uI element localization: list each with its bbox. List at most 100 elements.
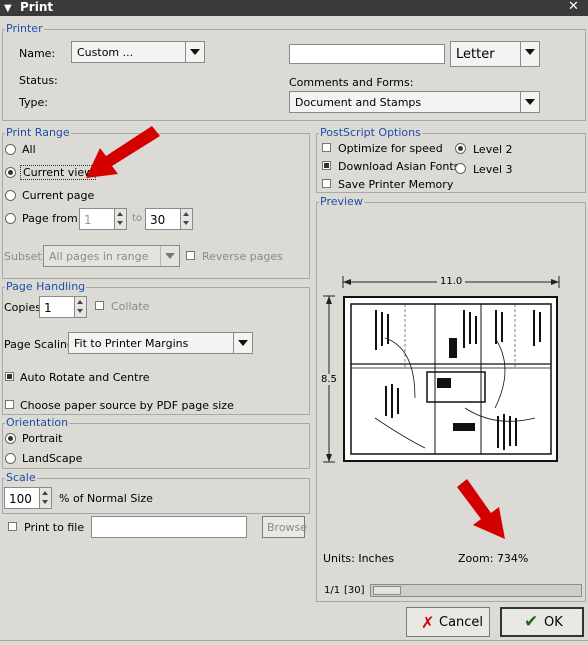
portrait-radio[interactable] [5, 433, 16, 444]
subset-select[interactable]: All pages in range [43, 245, 180, 267]
page-to-spinner[interactable]: 30 [145, 208, 193, 230]
optimize-speed-checkbox[interactable] [322, 143, 331, 152]
page-from-value: 1 [84, 213, 92, 227]
optimize-speed-label[interactable]: Optimize for speed [338, 142, 443, 155]
paper-size-value: Letter [456, 47, 495, 62]
window-menu-icon[interactable]: ▼ [4, 3, 12, 14]
type-label: Type: [19, 96, 48, 109]
name-label: Name: [19, 47, 56, 60]
copies-label: Copies [4, 301, 41, 314]
asian-fonts-checkbox[interactable] [322, 161, 331, 170]
comments-forms-select[interactable]: Document and Stamps [289, 91, 540, 113]
printer-name-value: Custom ... [77, 46, 134, 59]
stepper-arrows-icon[interactable] [180, 209, 192, 229]
asian-fonts-label[interactable]: Download Asian Fonts [338, 160, 459, 173]
red-arrow-annotation-icon [86, 126, 160, 178]
range-current-page-label[interactable]: Current page [22, 189, 94, 202]
preview-width-label: 11.0 [437, 276, 466, 287]
chevron-down-icon[interactable] [233, 333, 252, 353]
checkmark-icon: ✔ [524, 612, 539, 632]
chevron-down-icon[interactable] [520, 42, 539, 66]
portrait-label[interactable]: Portrait [22, 432, 62, 445]
print-range-group-label: Print Range [5, 126, 71, 139]
units-label: Units: Inches [323, 552, 395, 565]
save-memory-label[interactable]: Save Printer Memory [338, 178, 453, 191]
preview-page-scrollbar[interactable] [370, 584, 582, 597]
range-all-radio[interactable] [5, 144, 16, 155]
auto-rotate-checkbox[interactable] [5, 372, 14, 381]
range-pages-from-label[interactable]: Page from [22, 212, 78, 225]
preview-drawing [350, 303, 552, 455]
copies-value: 1 [44, 301, 52, 315]
level3-radio[interactable] [455, 163, 466, 174]
close-icon[interactable]: ✕ [568, 0, 579, 14]
paper-size-select[interactable]: Letter [450, 41, 540, 67]
level3-label[interactable]: Level 3 [473, 163, 513, 176]
landscape-label[interactable]: LandScape [22, 452, 82, 465]
landscape-radio[interactable] [5, 453, 16, 464]
cancel-label: Cancel [439, 615, 484, 630]
preview-page [343, 296, 558, 462]
preview-group-label: Preview [319, 195, 364, 208]
chevron-down-icon[interactable] [160, 246, 179, 266]
status-label: Status: [19, 74, 58, 87]
comments-forms-value: Document and Stamps [295, 96, 422, 109]
subset-label: Subset: [4, 250, 46, 263]
collate-label[interactable]: Collate [111, 300, 149, 313]
comments-label: Comments and Forms: [289, 76, 414, 89]
page-scaling-label: Page Scaling [4, 338, 74, 351]
scale-spinner[interactable]: 100 [4, 487, 52, 509]
subset-value: All pages in range [49, 250, 149, 263]
browse-button[interactable]: Browse [262, 516, 308, 538]
scrollbar-thumb[interactable] [373, 586, 401, 595]
cancel-button[interactable]: ✗ Cancel [406, 607, 490, 637]
page-from-spinner[interactable]: 1 [79, 208, 127, 230]
stepper-arrows-icon[interactable] [74, 297, 86, 317]
range-current-page-radio[interactable] [5, 190, 16, 201]
paper-source-checkbox[interactable] [5, 400, 14, 409]
range-current-view-radio[interactable] [5, 167, 16, 178]
reverse-pages-label[interactable]: Reverse pages [202, 250, 283, 263]
to-label: to [132, 213, 143, 224]
page-total-label: [30] [344, 585, 365, 596]
zoom-label: Zoom: 734% [458, 552, 529, 565]
page-counter-label: 1/1 [324, 585, 341, 596]
level2-radio[interactable] [455, 143, 466, 154]
preview-height-label: 8.5 [321, 374, 337, 385]
orientation-group-label: Orientation [5, 416, 70, 429]
scale-suffix-label: % of Normal Size [59, 492, 153, 505]
chevron-down-icon[interactable] [520, 92, 539, 112]
ok-button[interactable]: ✔ OK [500, 607, 584, 637]
window-title: Print [20, 0, 54, 14]
printer-group-label: Printer [5, 22, 44, 35]
page-scaling-value: Fit to Printer Margins [74, 337, 189, 350]
page-scaling-select[interactable]: Fit to Printer Margins [68, 332, 253, 354]
reverse-pages-checkbox[interactable] [186, 251, 195, 260]
scale-value: 100 [9, 492, 32, 506]
range-pages-from-radio[interactable] [5, 213, 16, 224]
stepper-arrows-icon[interactable] [39, 488, 51, 508]
browse-label: Browse [267, 521, 308, 534]
print-file-path-field[interactable] [91, 516, 247, 538]
cancel-icon: ✗ [421, 613, 435, 632]
copies-spinner[interactable]: 1 [39, 296, 87, 318]
stepper-arrows-icon[interactable] [114, 209, 126, 229]
red-arrow-annotation-icon [457, 479, 505, 539]
ok-label: OK [544, 615, 563, 630]
postscript-group-label: PostScript Options [319, 126, 422, 139]
chevron-down-icon[interactable] [185, 42, 204, 62]
print-to-file-label[interactable]: Print to file [24, 521, 84, 534]
button-area-divider [0, 640, 588, 641]
printer-name-select[interactable]: Custom ... [71, 41, 205, 63]
title-bar: ▼ Print ✕ [0, 0, 588, 16]
auto-rotate-label[interactable]: Auto Rotate and Centre [20, 371, 150, 384]
level2-label[interactable]: Level 2 [473, 143, 513, 156]
range-all-label[interactable]: All [22, 143, 36, 156]
print-to-file-checkbox[interactable] [8, 522, 17, 531]
scale-group-label: Scale [5, 471, 37, 484]
save-memory-checkbox[interactable] [322, 179, 331, 188]
paper-source-label[interactable]: Choose paper source by PDF page size [20, 399, 234, 412]
page-handling-group-label: Page Handling [5, 280, 87, 293]
printer-properties-field[interactable] [289, 44, 445, 64]
collate-checkbox[interactable] [95, 301, 104, 310]
